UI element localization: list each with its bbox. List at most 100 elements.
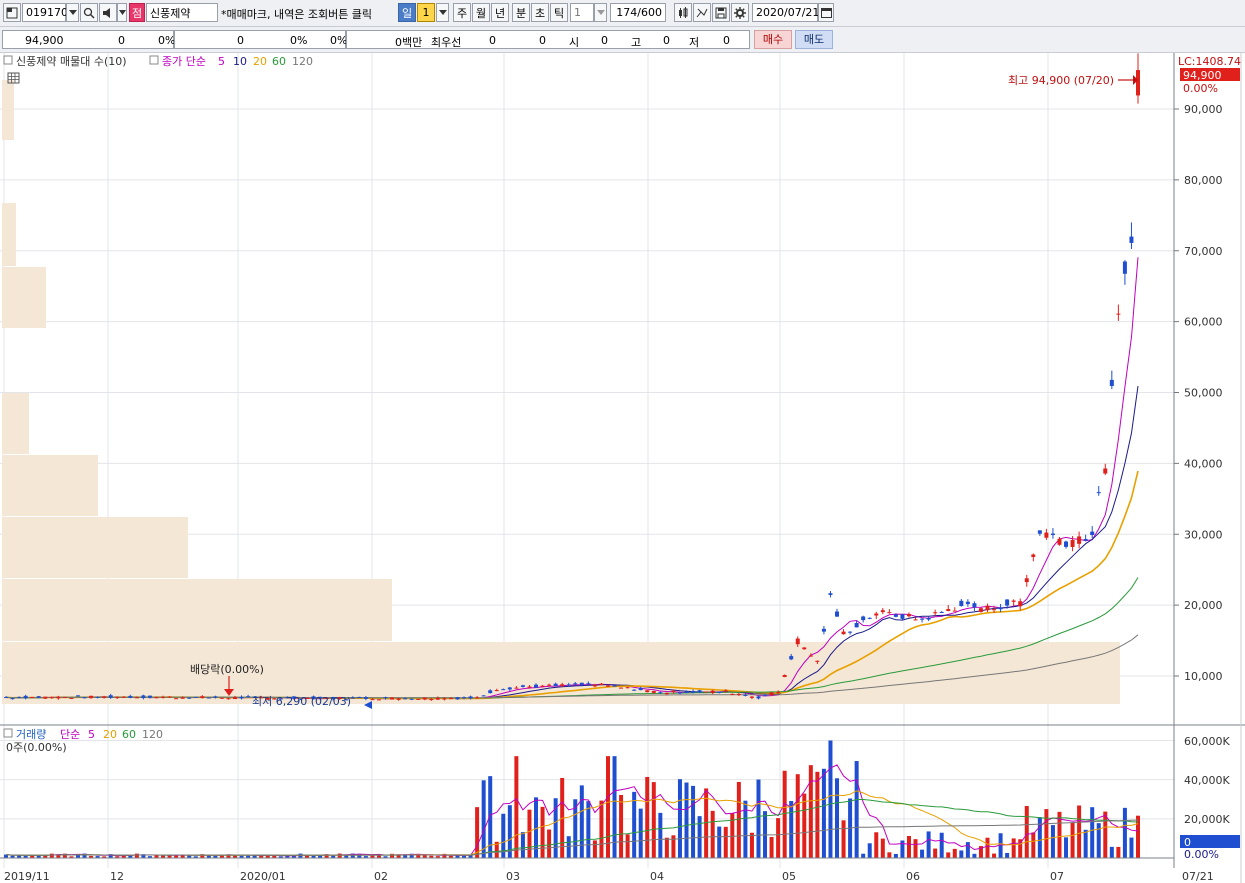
low-value: 0: [723, 34, 730, 47]
candle-body: [200, 696, 205, 699]
volume-bar: [566, 836, 571, 858]
stock-chart[interactable]: 신풍제약 매물대 수(10) 종가 단순 5 10 20 60 120 거래량 …: [0, 53, 1245, 883]
volume-bar: [527, 809, 532, 858]
candle-body: [403, 698, 408, 700]
candle-body: [36, 696, 41, 698]
candle-body: [1018, 601, 1023, 607]
candle-body: [808, 655, 813, 657]
volume-bar: [1050, 825, 1055, 858]
price-tick: 30,000: [1184, 528, 1223, 541]
main-toolbar: 019170 점 신풍제약 *매매마크, 내역은 조회버튼 클릭 일 1 주 월…: [0, 0, 1245, 27]
chevron-down-icon[interactable]: [594, 3, 607, 22]
candle-body: [95, 696, 100, 698]
vol-tick-20000: 20,000K: [1184, 813, 1230, 826]
gear-icon[interactable]: [731, 3, 749, 22]
buy-button[interactable]: 매수: [754, 30, 792, 49]
candle-body: [671, 690, 676, 693]
volume-legend-title: 거래량: [16, 728, 46, 741]
candle-body: [723, 690, 728, 692]
candle-body: [769, 692, 774, 696]
candle-body: [507, 687, 512, 690]
candle-body: [429, 699, 434, 701]
calendar-icon[interactable]: [818, 3, 834, 22]
volume-bar: [985, 837, 990, 858]
volume-bar: [1024, 806, 1029, 858]
candle-body: [1044, 532, 1049, 538]
candle-body: [167, 696, 172, 698]
candle-body: [998, 607, 1003, 610]
date-label: 07: [1050, 870, 1064, 883]
vol-tick-40000: 40,000K: [1184, 774, 1230, 787]
candle-body: [30, 696, 35, 698]
bid-value: 0: [539, 34, 546, 47]
candle-body: [527, 686, 532, 688]
volume-bar: [874, 832, 879, 858]
candle-body: [1005, 599, 1010, 606]
compare-chart-icon[interactable]: [693, 3, 711, 22]
tab-week[interactable]: 주: [453, 3, 471, 22]
date-input[interactable]: 2020/07/21: [752, 3, 819, 22]
tab-minute[interactable]: 분: [512, 3, 530, 22]
price-legend-title: 신풍제약 매물대 수(10): [16, 54, 127, 68]
candle-body: [468, 696, 473, 699]
tab-day-count[interactable]: 1: [417, 3, 435, 22]
stock-code-input[interactable]: 019170: [22, 3, 68, 22]
candle-body: [795, 638, 800, 645]
volume-bar: [880, 838, 885, 858]
volume-bar: [920, 849, 925, 858]
candle-body: [592, 684, 597, 687]
sell-button[interactable]: 매도: [795, 30, 833, 49]
speaker-icon[interactable]: [99, 3, 117, 22]
date-label: 05: [782, 870, 796, 883]
volume-bar: [1103, 811, 1108, 858]
chevron-down-icon[interactable]: [117, 3, 127, 22]
candle-body: [547, 684, 552, 686]
candle-body: [488, 690, 493, 694]
candle-body: [534, 684, 539, 688]
candle-body: [782, 675, 787, 678]
tab-tick[interactable]: 틱: [550, 3, 568, 22]
tab-month[interactable]: 월: [472, 3, 490, 22]
candle-body: [854, 623, 859, 628]
volume-bar: [933, 848, 938, 858]
volume-bar: [835, 778, 840, 858]
candle-body: [841, 631, 846, 635]
layout-icon[interactable]: [3, 3, 21, 22]
search-icon[interactable]: [80, 3, 98, 22]
candle-body: [821, 628, 826, 632]
candle-body: [89, 695, 94, 699]
volume-bar: [586, 801, 591, 858]
candle-body: [141, 695, 146, 699]
candle-body: [645, 690, 650, 693]
candle-body: [605, 685, 610, 687]
status-badge: 점: [129, 3, 145, 22]
candle-type-icon[interactable]: [674, 3, 692, 22]
volume-bar: [1037, 817, 1042, 858]
candle-body: [520, 685, 525, 687]
ask-value: 0: [489, 34, 496, 47]
chevron-down-icon[interactable]: [436, 3, 449, 22]
volume-bar: [638, 808, 643, 858]
volume-bar: [854, 761, 859, 858]
stock-name-field[interactable]: 신풍제약: [146, 3, 218, 22]
candle-body: [56, 696, 61, 699]
candle-body: [82, 697, 87, 699]
candle-body: [946, 609, 951, 611]
candle-body: [599, 683, 604, 686]
candle-body: [233, 697, 238, 700]
volume-bar: [743, 800, 748, 858]
price-tick: 20,000: [1184, 599, 1223, 612]
candle-body: [501, 689, 506, 691]
volume-bar: [952, 848, 957, 858]
save-icon[interactable]: [712, 3, 730, 22]
chevron-down-icon[interactable]: [66, 3, 79, 22]
candle-body: [219, 697, 224, 699]
tab-day[interactable]: 일: [398, 3, 416, 22]
tab-second[interactable]: 초: [531, 3, 549, 22]
quote-bar: 94,900 0 0% 0 0% 0% 0백만 최우선 0 0 시 0 고 0 …: [0, 27, 1245, 53]
volume-bar: [651, 782, 656, 858]
candle-body: [121, 696, 126, 698]
candle-body: [933, 612, 938, 614]
tab-year[interactable]: 년: [491, 3, 509, 22]
interval-input[interactable]: 1: [570, 3, 594, 22]
